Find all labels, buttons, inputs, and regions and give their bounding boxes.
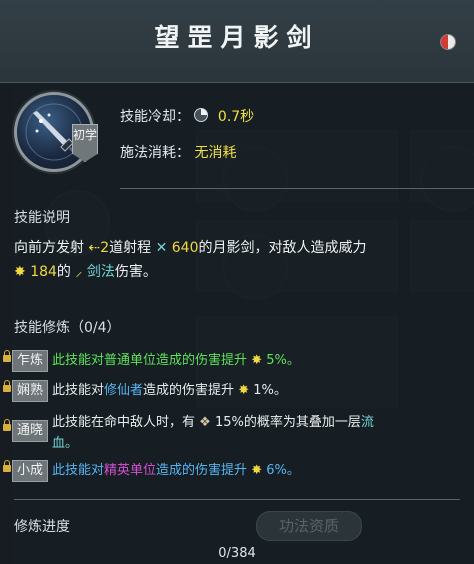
cultivation-row: 娴熟 此技能对修仙者造成的伤害提升 ✸ 1%。 — [0, 380, 474, 402]
cooldown-value: 0.7秒 — [217, 109, 255, 125]
cost-value: 无消耗 — [194, 145, 237, 161]
desc-text: 伤害。 — [114, 264, 157, 280]
cultivation-heading: 技能修炼（0/4） — [14, 320, 121, 336]
desc-text: 向前方发射 — [14, 240, 84, 256]
bonus-icon: ✸ — [251, 353, 263, 368]
cultivation-text: 此技能对普通单位造成的伤害提升 ✸ 5%。 — [52, 350, 300, 371]
cooldown-row: 技能冷却： 0.7秒 — [120, 106, 254, 126]
progress-value: 0/384 — [218, 546, 256, 561]
talent-button[interactable]: 功法资质 — [256, 511, 362, 541]
title-bar: 望罡月影剑 — [0, 0, 474, 83]
cultivation-row: 通晓 此技能在命中敌人时，有 ❖ 15%的概率为其叠加一层流 血。 — [0, 412, 474, 456]
description-heading: 技能说明 — [14, 210, 70, 226]
desc-text: 的 — [56, 264, 71, 280]
bleed-icon: ❖ — [199, 415, 211, 430]
row-text: 此技能对 — [52, 353, 105, 368]
row-value: 5%。 — [266, 353, 300, 368]
row-text: 此技能对 — [52, 463, 105, 478]
stage-badge: 乍炼 — [12, 350, 49, 372]
progress-label: 修炼进度 — [14, 519, 70, 535]
divider — [14, 499, 460, 500]
bonus-icon: ✸ — [251, 463, 263, 478]
help-icon[interactable] — [440, 34, 456, 50]
row-highlight: 普通单位 — [104, 353, 157, 368]
damage-type: 剑法 — [86, 264, 115, 280]
range-icon: ✕ — [155, 240, 168, 256]
bleed-label-cont: 血。 — [52, 436, 79, 451]
lock-icon — [3, 380, 11, 392]
row-value: 1%。 — [253, 383, 287, 398]
description-line-1: 向前方发射 ⇠2道射程 ✕ 640的月影剑，对敌人造成威力 — [14, 236, 366, 260]
desc-text: 道射程 — [109, 240, 152, 256]
lock-icon — [3, 460, 11, 472]
projectile-count: 2 — [100, 240, 110, 256]
row-text: 造成的伤害提升 — [143, 383, 235, 398]
lock-icon — [3, 350, 11, 362]
lock-icon — [3, 419, 11, 431]
row-text: 造成的伤害提升 — [156, 463, 248, 478]
cooldown-icon — [194, 108, 209, 122]
stage-badge: 小成 — [12, 460, 49, 482]
row-text: 此技能在命中敌人时，有 — [52, 415, 196, 430]
row-text: 15%的概率为其叠加一层 — [214, 415, 361, 430]
stage-badge: 通晓 — [12, 420, 49, 442]
cultivation-row: 乍炼 此技能对普通单位造成的伤害提升 ✸ 5%。 — [0, 350, 474, 372]
cooldown-label: 技能冷却： — [120, 109, 190, 125]
power-icon: ✸ — [14, 264, 26, 280]
bonus-icon: ✸ — [238, 383, 250, 398]
range-value: 640 — [171, 240, 199, 256]
divider — [120, 188, 474, 189]
cultivation-text: 此技能在命中敌人时，有 ❖ 15%的概率为其叠加一层流 — [52, 412, 374, 433]
row-text: 此技能对 — [52, 383, 105, 398]
row-value: 6%。 — [266, 463, 300, 478]
stage-badge: 娴熟 — [12, 380, 49, 402]
row-text: 造成的伤害提升 — [156, 353, 248, 368]
cost-row: 施法消耗： 无消耗 — [120, 142, 236, 162]
projectile-icon: ⇠ — [88, 240, 101, 256]
cultivation-text: 此技能对修仙者造成的伤害提升 ✸ 1%。 — [52, 380, 287, 401]
desc-text: 的月影剑，对敌人造成威力 — [198, 240, 367, 256]
power-value: 184 — [30, 264, 57, 280]
description-line-2: ✸ 184的 ⸝ 剑法伤害。 — [14, 260, 157, 284]
cultivation-text: 此技能对精英单位造成的伤害提升 ✸ 6%。 — [52, 460, 300, 481]
cost-label: 施法消耗： — [120, 145, 190, 161]
row-highlight: 精英单位 — [104, 463, 157, 478]
bleed-label: 流 — [360, 415, 374, 430]
skill-tooltip: 望罡月影剑 初学 技能冷却： 0.7秒 施法消耗： 无消耗 技能说明 向前方发射… — [0, 0, 474, 564]
cultivation-row: 小成 此技能对精英单位造成的伤害提升 ✸ 6%。 — [0, 460, 474, 482]
sword-type-icon: ⸝ — [75, 264, 83, 280]
skill-title: 望罡月影剑 — [154, 23, 320, 52]
row-highlight: 修仙者 — [104, 383, 144, 398]
